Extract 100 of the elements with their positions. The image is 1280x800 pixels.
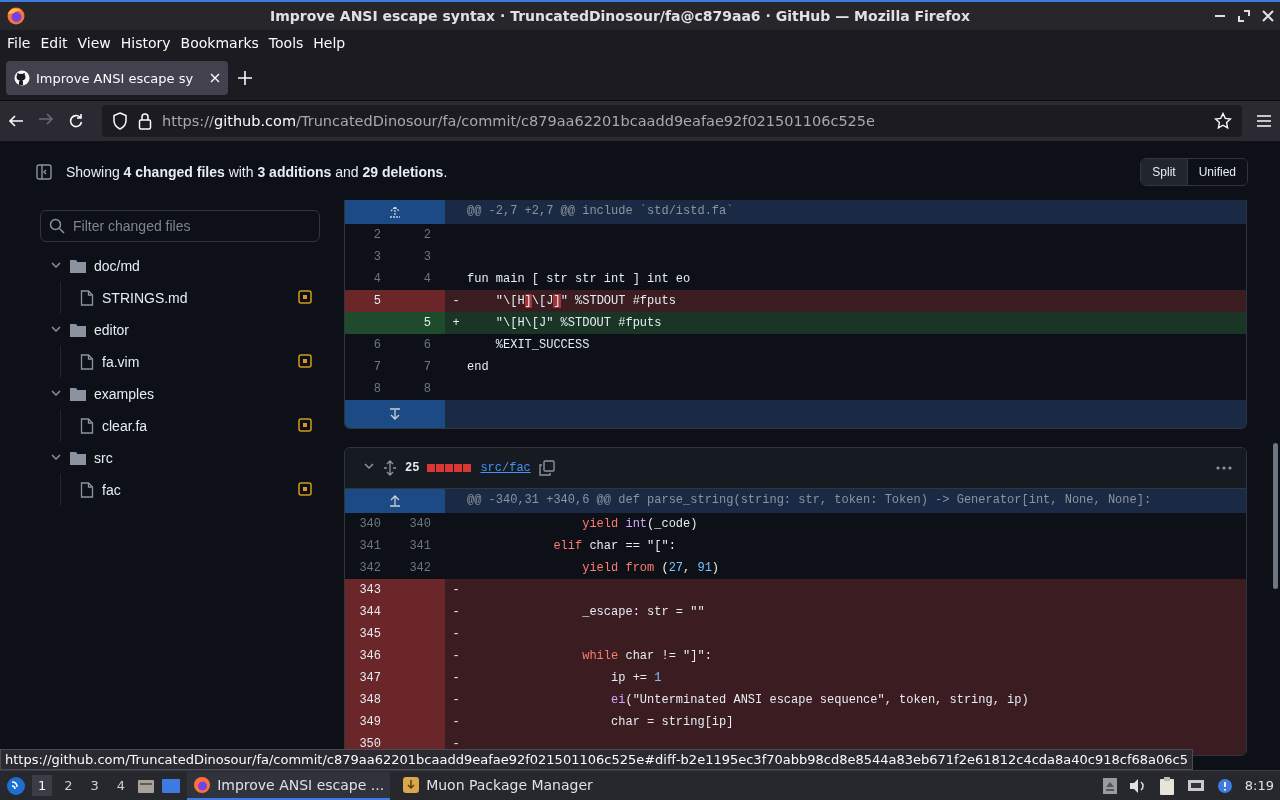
line-number: 4 bbox=[372, 271, 382, 288]
github-icon bbox=[14, 70, 30, 86]
line-number: 7 bbox=[422, 359, 432, 376]
workspace-button[interactable]: 3 bbox=[84, 775, 105, 796]
chevron-down-icon bbox=[50, 259, 62, 271]
chevron-down-icon bbox=[50, 451, 62, 463]
taskbar-task[interactable]: Muon Package Manager bbox=[396, 771, 599, 800]
menu-item[interactable]: View bbox=[72, 33, 116, 53]
menu-item[interactable]: History bbox=[115, 33, 176, 53]
line-number: 6 bbox=[372, 337, 382, 354]
tab-title: Improve ANSI escape sy bbox=[36, 70, 195, 86]
menu-item[interactable]: Bookmarks bbox=[175, 33, 264, 53]
line-number: 5 bbox=[395, 312, 445, 334]
start-menu-icon[interactable] bbox=[6, 775, 26, 796]
scrollbar-thumb[interactable] bbox=[1273, 443, 1278, 589]
line-number: 344 bbox=[345, 601, 395, 623]
hunk-header: @@ -340,31 +340,6 @@ def parse_string(string: str, token: Token) -> Generator[int, None, None]: bbox=[445, 489, 1246, 513]
chevron-down-icon[interactable] bbox=[363, 460, 375, 472]
diffstat-icon bbox=[427, 464, 473, 472]
address-bar[interactable]: https://github.com/TruncatedDinosour/fa/commit/c879aa62201bcaadd9eafae92f021501106c525e bbox=[102, 105, 1242, 137]
menu-item[interactable]: File bbox=[2, 33, 36, 53]
sidebar-toggle-icon[interactable] bbox=[36, 164, 52, 180]
clipboard-icon[interactable] bbox=[1158, 776, 1175, 795]
tree-folder[interactable]: examples bbox=[40, 378, 320, 410]
tree-file[interactable]: fa.vim bbox=[60, 346, 320, 378]
line-number: 342 bbox=[408, 560, 432, 577]
file-icon bbox=[80, 482, 94, 498]
file-icon bbox=[80, 354, 94, 370]
tree-file[interactable]: STRINGS.md bbox=[60, 282, 320, 314]
tree-folder[interactable]: src bbox=[40, 442, 320, 474]
menu-item[interactable]: Tools bbox=[263, 33, 309, 53]
filter-field[interactable]: Filter changed files bbox=[40, 210, 320, 242]
line-number: 2 bbox=[372, 227, 382, 244]
line-number: 349 bbox=[345, 711, 395, 733]
network-icon[interactable] bbox=[1186, 777, 1205, 794]
window-title: Improve ANSI escape syntax · TruncatedDinosour/fa@c879aa6 · GitHub — Mozilla Firefox bbox=[268, 8, 971, 24]
maximize-icon[interactable] bbox=[1238, 10, 1250, 22]
new-tab-icon[interactable] bbox=[238, 71, 252, 85]
window-icon[interactable] bbox=[161, 777, 182, 794]
tree-file[interactable]: fac bbox=[60, 474, 320, 506]
volume-icon[interactable] bbox=[1128, 777, 1147, 794]
clock: 8:19 bbox=[1244, 778, 1274, 793]
link-preview: https://github.com/TruncatedDinosour/fa/commit/c879aa62201bcaadd9eafae92f021501106c525e#diff-b2e1195ec3f70abb98cd8e8544a83eb671f2e61812c4cda8a40c918cf68a06c5 bbox=[0, 749, 1193, 770]
file-manager-icon[interactable] bbox=[137, 777, 156, 794]
workspace-button[interactable]: 1 bbox=[32, 775, 53, 796]
menu-item[interactable]: Help bbox=[308, 33, 351, 53]
url-text: https://github.com/TruncatedDinosour/fa/commit/c879aa62201bcaadd9eafae92f021501106c525e bbox=[162, 113, 876, 129]
hunk-header: @@ -2,7 +2,7 @@ include `std/istd.fa` bbox=[445, 200, 1246, 224]
file-name: STRINGS.md bbox=[102, 290, 189, 306]
browser-tab[interactable]: Improve ANSI escape sy bbox=[6, 61, 228, 95]
file-name: fa.vim bbox=[102, 354, 141, 370]
file-icon bbox=[80, 290, 94, 306]
eject-icon[interactable] bbox=[1102, 777, 1117, 794]
folder-name: editor bbox=[94, 322, 131, 338]
menu-icon[interactable] bbox=[1256, 114, 1272, 128]
more-icon[interactable] bbox=[1216, 466, 1232, 470]
tree-folder[interactable]: doc/md bbox=[40, 250, 320, 282]
expand-up-icon[interactable] bbox=[388, 206, 402, 218]
menu-item[interactable]: Edit bbox=[35, 33, 73, 53]
reload-icon[interactable] bbox=[68, 113, 84, 129]
search-icon bbox=[49, 218, 65, 234]
close-icon[interactable] bbox=[1262, 10, 1274, 22]
workspace-button[interactable]: 4 bbox=[110, 775, 132, 796]
change-count: 25 bbox=[405, 461, 420, 475]
chevron-down-icon bbox=[50, 387, 62, 399]
expand-up-icon[interactable] bbox=[388, 495, 402, 507]
tree-file[interactable]: clear.fa bbox=[60, 410, 320, 442]
tree-folder[interactable]: editor bbox=[40, 314, 320, 346]
copy-icon[interactable] bbox=[538, 460, 555, 476]
folder-name: doc/md bbox=[94, 258, 141, 274]
line-number: 341 bbox=[408, 538, 432, 555]
expand-all-icon[interactable] bbox=[383, 460, 397, 476]
taskbar-task[interactable]: Improve ANSI escape ... bbox=[187, 771, 391, 800]
notification-icon[interactable] bbox=[1216, 777, 1233, 794]
line-number: 5 bbox=[345, 290, 395, 312]
back-icon[interactable] bbox=[8, 113, 24, 129]
line-number: 342 bbox=[358, 560, 382, 577]
gutter-cell bbox=[395, 290, 445, 312]
package-icon bbox=[402, 775, 421, 794]
folder-icon bbox=[70, 323, 86, 337]
line-number: 8 bbox=[422, 381, 432, 398]
line-number: 340 bbox=[408, 516, 432, 533]
folder-name: src bbox=[94, 450, 114, 466]
line-number: 347 bbox=[345, 667, 395, 689]
folder-name: examples bbox=[94, 386, 155, 402]
line-number: 4 bbox=[422, 271, 432, 288]
line-number: 8 bbox=[372, 381, 382, 398]
folder-icon bbox=[70, 387, 86, 401]
diff-summary: Showing 4 changed files with 3 additions and 29 deletions. bbox=[66, 164, 449, 180]
line-number: 341 bbox=[358, 538, 382, 555]
line-number: 2 bbox=[422, 227, 432, 244]
file-icon bbox=[80, 418, 94, 434]
bookmark-star-icon[interactable] bbox=[1214, 112, 1232, 130]
workspace-button[interactable]: 2 bbox=[58, 775, 79, 796]
file-path-link[interactable]: src/fac bbox=[480, 461, 531, 475]
line-number: 3 bbox=[372, 249, 382, 266]
view-mode-toggle[interactable]: Split bbox=[1141, 159, 1188, 185]
line-number: 346 bbox=[345, 645, 395, 667]
folder-icon bbox=[70, 451, 86, 465]
expand-down-icon[interactable] bbox=[388, 408, 402, 420]
